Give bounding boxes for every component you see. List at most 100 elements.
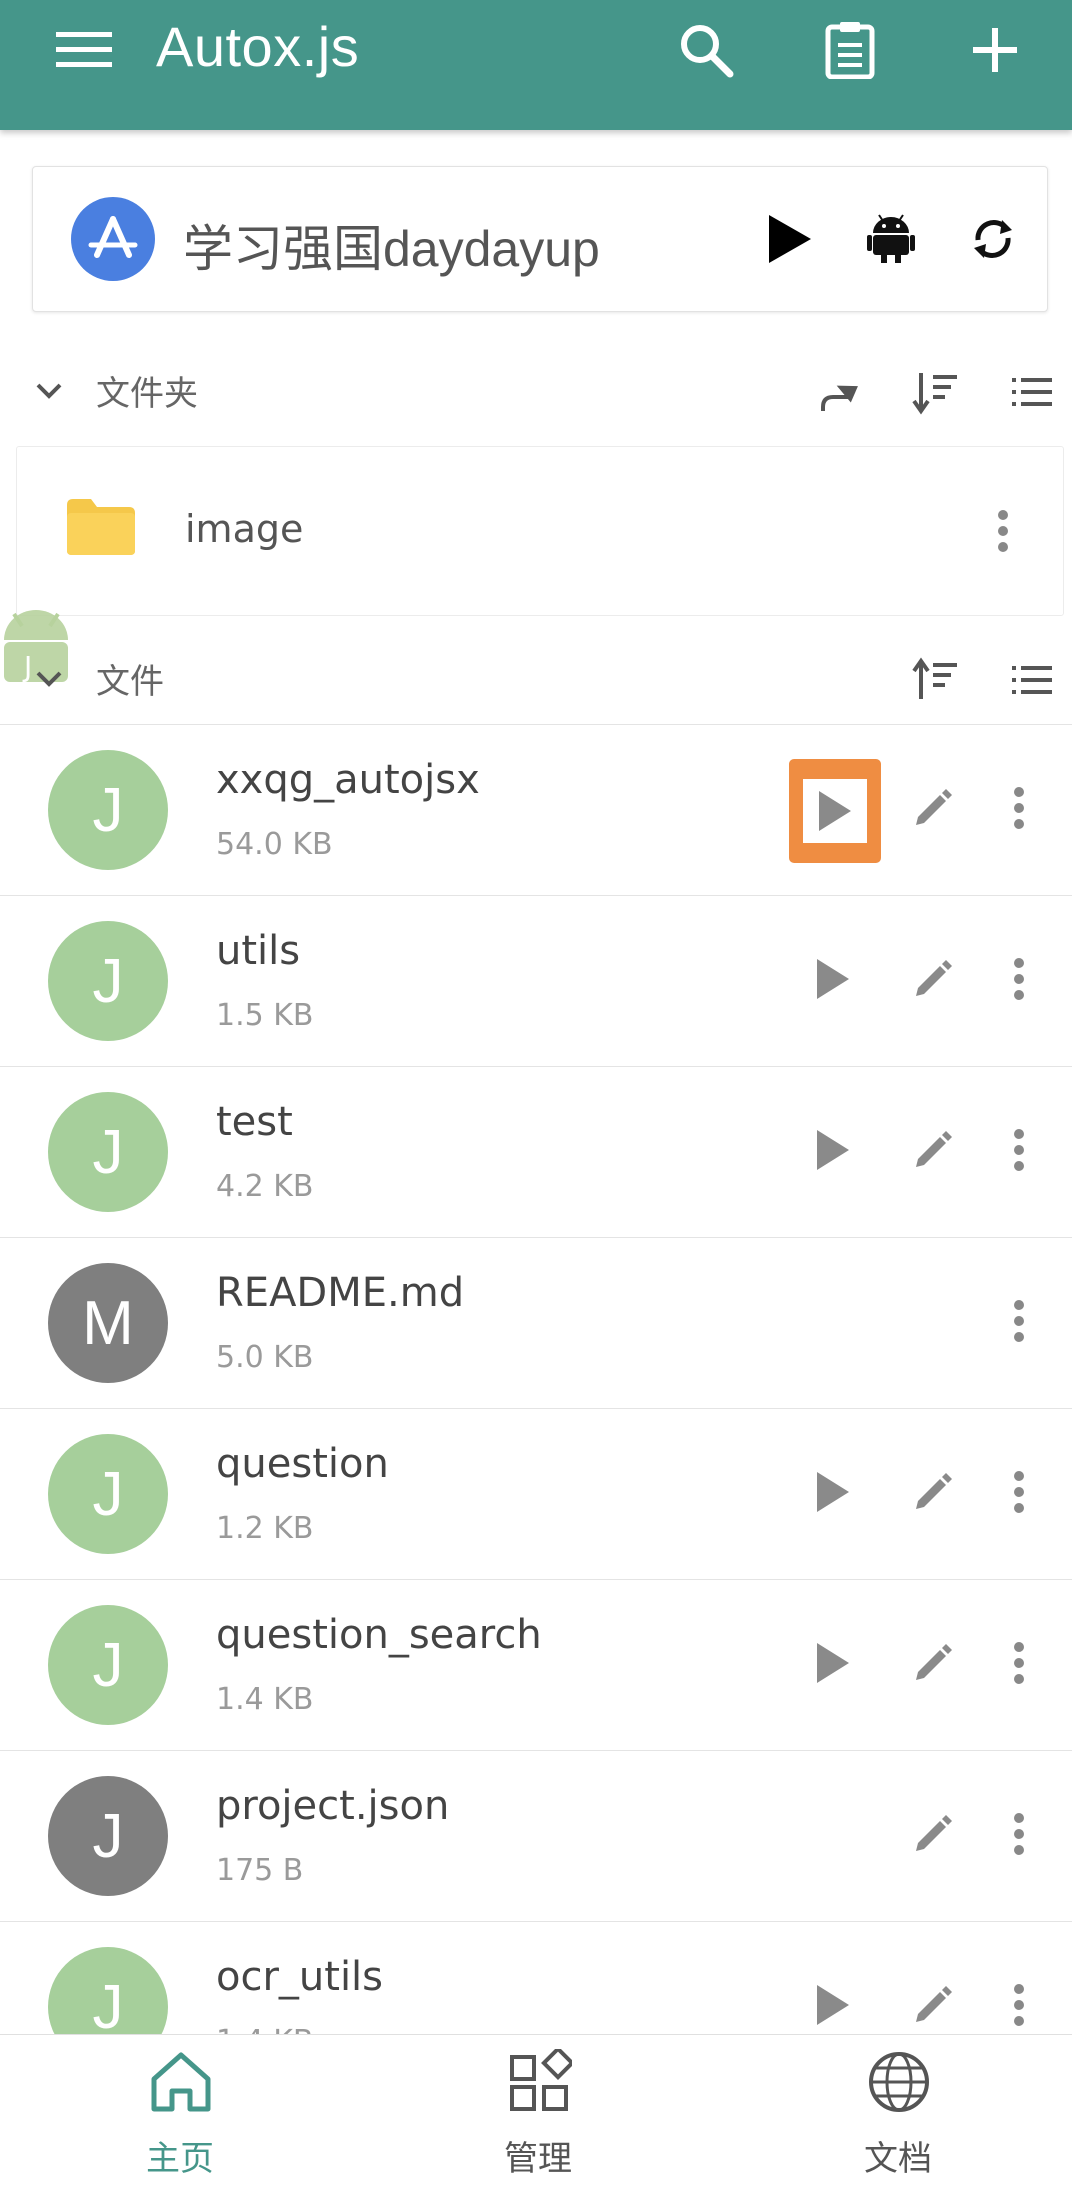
more-options-button[interactable] <box>984 946 1054 1016</box>
edit-button[interactable] <box>898 1972 968 2042</box>
file-name: ocr_utils <box>216 1954 384 2000</box>
list-view-icon[interactable] <box>1004 364 1060 420</box>
more-vert-icon <box>1013 1983 1025 2031</box>
plus-icon[interactable] <box>963 18 1027 82</box>
edit-button[interactable] <box>898 946 968 1016</box>
file-size: 5.0 KB <box>216 1340 314 1375</box>
edit-button[interactable] <box>898 1801 968 1871</box>
run-button[interactable] <box>798 1630 868 1700</box>
globe-icon <box>866 2049 932 2115</box>
clipboard-icon[interactable] <box>818 18 882 82</box>
nav-docs-label: 文档 <box>864 2139 932 2179</box>
file-row[interactable]: Jxxqg_autojsx 54.0 KB <box>0 724 1072 895</box>
project-card[interactable]: 学习强国daydayup <box>32 166 1048 312</box>
avatar-letter: J <box>92 946 124 1016</box>
run-button[interactable] <box>798 1117 868 1187</box>
avatar-letter: J <box>92 1972 124 2042</box>
avatar-letter: M <box>82 1288 134 1358</box>
pencil-icon <box>910 1469 956 1519</box>
file-name: question <box>216 1441 389 1487</box>
file-avatar: J <box>48 1092 168 1212</box>
avatar-letter: J <box>92 1459 124 1529</box>
avatar-letter: J <box>92 1801 124 1871</box>
run-button[interactable] <box>798 1972 868 2042</box>
pencil-icon <box>910 1811 956 1861</box>
more-options-button[interactable] <box>984 1117 1054 1187</box>
file-name: README.md <box>216 1270 465 1316</box>
chevron-down-icon[interactable] <box>26 656 72 702</box>
more-options-button[interactable] <box>984 1288 1054 1358</box>
file-row[interactable]: Jtest 4.2 KB <box>0 1066 1072 1237</box>
android-icon[interactable] <box>855 203 927 275</box>
file-list: Jxxqg_autojsx 54.0 KB Jutils 1.5 KB Jtest 4.2… <box>0 724 1072 2092</box>
more-options-button[interactable] <box>984 1630 1054 1700</box>
file-size: 175 B <box>216 1853 304 1888</box>
file-row[interactable]: Jutils 1.5 KB <box>0 895 1072 1066</box>
home-icon <box>148 2049 214 2115</box>
project-name: 学习强国daydayup <box>183 221 600 277</box>
go-up-icon[interactable] <box>812 364 868 420</box>
avatar-letter: J <box>92 775 124 845</box>
file-avatar: M <box>48 1263 168 1383</box>
run-button[interactable] <box>789 759 881 863</box>
avatar-letter: J <box>92 1117 124 1187</box>
file-avatar: J <box>48 1776 168 1896</box>
sync-icon[interactable] <box>957 203 1029 275</box>
sort-icon[interactable] <box>908 652 964 708</box>
play-icon[interactable] <box>753 203 825 275</box>
more-options-button[interactable] <box>984 1972 1054 2042</box>
play-icon <box>815 957 851 1005</box>
sort-icon[interactable] <box>908 364 964 420</box>
run-button[interactable] <box>798 1459 868 1529</box>
pencil-icon <box>910 1640 956 1690</box>
file-row[interactable]: Jproject.json 175 B <box>0 1750 1072 1921</box>
file-row[interactable]: Jquestion_search 1.4 KB <box>0 1579 1072 1750</box>
file-row[interactable]: M README.md 5.0 KB <box>0 1237 1072 1408</box>
file-size: 4.2 KB <box>216 1169 314 1204</box>
file-avatar: J <box>48 750 168 870</box>
nav-home[interactable]: 主页 <box>80 2049 280 2189</box>
folders-section-header: 文件夹 <box>0 344 1072 434</box>
files-section-header: 文件 <box>0 632 1072 722</box>
file-name: test <box>216 1099 293 1145</box>
pencil-icon <box>910 1127 956 1177</box>
file-name: utils <box>216 928 301 974</box>
pencil-icon <box>910 785 956 835</box>
file-name: project.json <box>216 1783 450 1829</box>
pencil-icon <box>910 956 956 1006</box>
files-label: 文件 <box>96 662 164 702</box>
file-name: xxqg_autojsx <box>216 757 480 803</box>
chevron-down-icon[interactable] <box>26 368 72 414</box>
app-store-icon <box>71 197 155 281</box>
more-options-button[interactable] <box>984 1459 1054 1529</box>
file-avatar: J <box>48 921 168 1041</box>
file-name: question_search <box>216 1612 542 1658</box>
folder-item[interactable]: image <box>16 446 1064 616</box>
run-button[interactable] <box>798 946 868 1016</box>
pencil-icon <box>910 1982 956 2032</box>
more-vert-icon[interactable] <box>977 501 1029 561</box>
play-icon <box>815 1641 851 1689</box>
edit-button[interactable] <box>898 775 968 845</box>
nav-docs[interactable]: 文档 <box>798 2049 998 2189</box>
list-view-icon[interactable] <box>1004 652 1060 708</box>
search-icon[interactable] <box>674 18 738 82</box>
nav-home-label: 主页 <box>146 2139 214 2179</box>
file-row[interactable]: Jquestion 1.2 KB <box>0 1408 1072 1579</box>
app-bar: Autox.js <box>0 0 1072 130</box>
play-icon <box>815 1983 851 2031</box>
file-size: 1.2 KB <box>216 1511 314 1546</box>
folder-icon <box>65 497 137 561</box>
edit-button[interactable] <box>898 1630 968 1700</box>
edit-button[interactable] <box>898 1459 968 1529</box>
more-vert-icon <box>1013 1299 1025 1347</box>
more-vert-icon <box>1013 1470 1025 1518</box>
more-options-button[interactable] <box>984 775 1054 845</box>
more-options-button[interactable] <box>984 1801 1054 1871</box>
manage-icon <box>506 2046 575 2115</box>
nav-manage[interactable]: 管理 <box>438 2046 638 2189</box>
edit-button[interactable] <box>898 1117 968 1187</box>
menu-icon[interactable] <box>52 18 116 82</box>
file-avatar: J <box>48 1434 168 1554</box>
avatar-letter: J <box>92 1630 124 1700</box>
